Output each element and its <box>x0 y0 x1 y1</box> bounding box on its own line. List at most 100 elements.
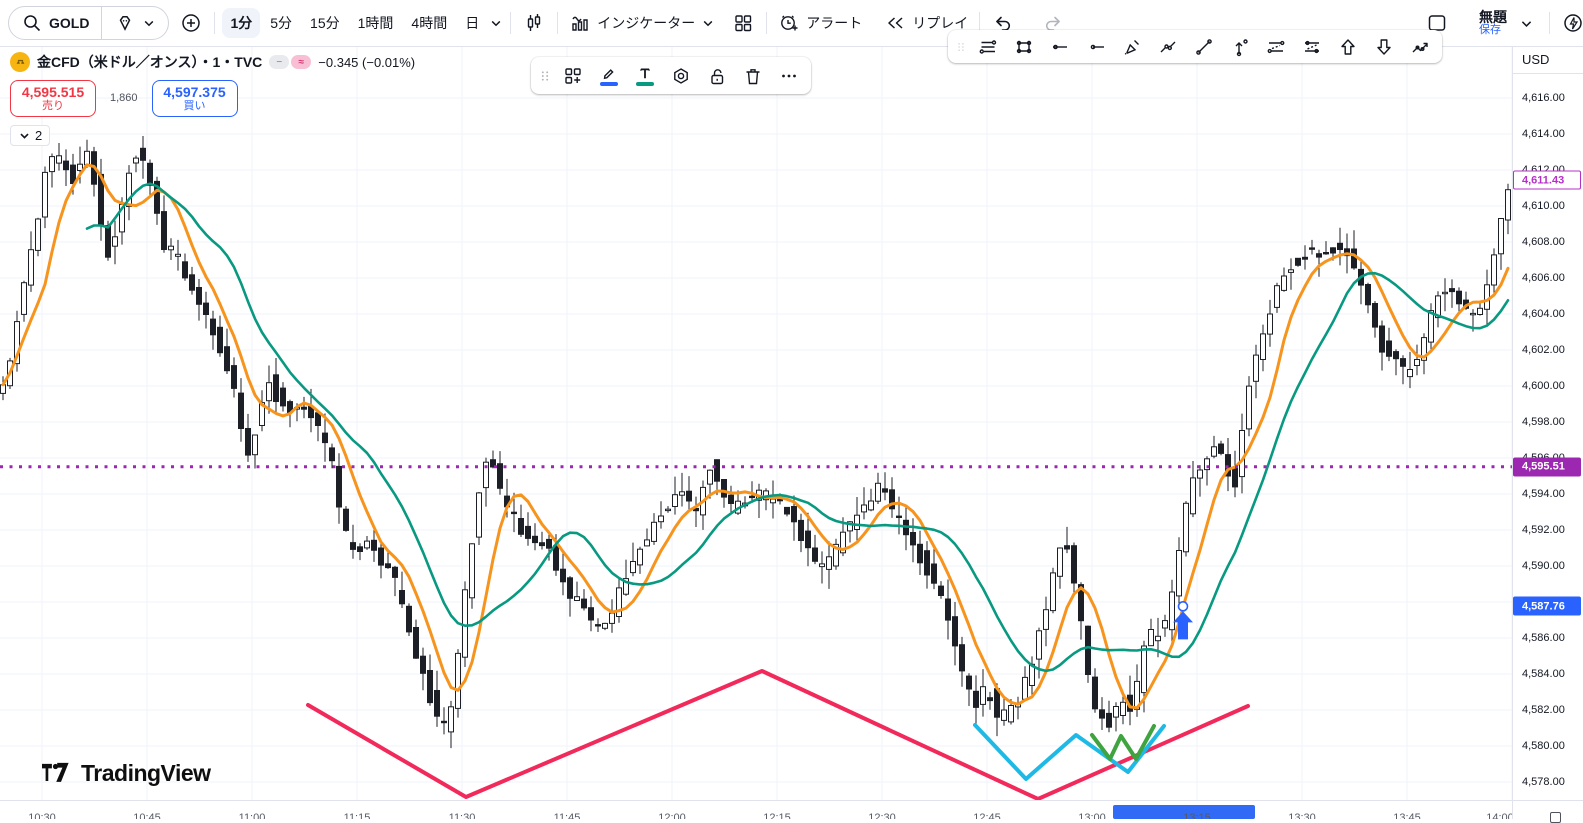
line-color-button[interactable] <box>593 61 625 91</box>
timeframe-4h[interactable]: 4時間 <box>403 8 455 38</box>
ellipsis-icon <box>778 65 800 87</box>
axis-settings-icon[interactable] <box>1550 812 1561 823</box>
parallel-lines-tool[interactable] <box>972 32 1004 62</box>
price-tick: 4,610.00 <box>1522 200 1565 212</box>
layout-name: 無題 <box>1479 10 1507 25</box>
quick-actions-button[interactable] <box>1557 7 1583 39</box>
axis-corner <box>1512 800 1583 819</box>
indicators-icon <box>569 12 591 34</box>
sell-label: 売り <box>11 100 95 113</box>
text-color-button[interactable] <box>629 61 661 91</box>
data-status-pills[interactable]: − ≈ <box>269 55 311 69</box>
price-tick: 4,594.00 <box>1522 488 1565 500</box>
timeframe-5m[interactable]: 5分 <box>262 8 300 38</box>
alert-button[interactable]: アラート <box>774 12 866 34</box>
candles-layer <box>1 136 1511 748</box>
time-tick: 13:15 <box>1183 812 1211 819</box>
ma-fast-line[interactable] <box>3 165 1508 708</box>
time-tick: 11:45 <box>554 812 581 819</box>
horizontal-line-tool[interactable] <box>1044 32 1076 62</box>
buy-price: 4,597.375 <box>153 84 237 100</box>
trend-line-icon <box>1193 36 1215 58</box>
timeframe-chevron-icon[interactable] <box>489 16 503 30</box>
horizontal-ray-icon <box>1085 36 1107 58</box>
chart-style-button[interactable] <box>518 7 550 39</box>
price-tick: 4,604.00 <box>1522 308 1565 320</box>
price-tick: 4,598.00 <box>1522 416 1565 428</box>
market-status-button[interactable] <box>101 7 168 39</box>
sell-button[interactable]: 4,595.515 売り <box>10 80 96 117</box>
marker-price-label: 4,587.76 <box>1513 597 1581 616</box>
drag-handle-icon[interactable] <box>537 65 553 87</box>
candlestick-icon <box>523 12 545 34</box>
vertical-arrow-tool[interactable] <box>1224 32 1256 62</box>
price-tick: 4,578.00 <box>1522 776 1565 788</box>
ma-slow-line[interactable] <box>87 184 1508 671</box>
lock-button[interactable] <box>701 61 733 91</box>
buy-button[interactable]: 4,597.375 買い <box>152 80 238 117</box>
parallel-channel-tool[interactable] <box>1296 32 1328 62</box>
level-price-label: 4,595.51 <box>1513 457 1581 476</box>
add-symbol-button[interactable] <box>175 7 207 39</box>
text-icon <box>634 66 656 81</box>
blue-zigzag-drawing[interactable] <box>975 725 1164 779</box>
price-change: −0.345 (−0.01%) <box>318 55 415 70</box>
indicators-button[interactable]: インジケーター <box>565 12 719 34</box>
price-axis[interactable]: USD 4,616.004,614.004,612.004,610.004,60… <box>1512 46 1583 800</box>
price-tick: 4,602.00 <box>1522 344 1565 356</box>
save-label: 保存 <box>1479 25 1507 37</box>
arrow-up-icon <box>1337 36 1359 58</box>
price-tick: 4,616.00 <box>1522 92 1565 104</box>
layout-grid-icon <box>732 12 754 34</box>
gold-coin-icon <box>10 52 30 72</box>
symbol-search[interactable]: GOLD <box>9 7 101 39</box>
trend-line-tool[interactable] <box>1188 32 1220 62</box>
more-options-button[interactable] <box>773 61 805 91</box>
layout-save[interactable]: 無題 保存 <box>1479 10 1507 36</box>
timeframe-1h[interactable]: 1時間 <box>350 8 402 38</box>
timeframe-1d[interactable]: 日 <box>457 8 487 38</box>
symbol-title[interactable]: 金CFD（米ドル／オンス）・1・TVC <box>37 52 262 72</box>
brush-tool[interactable] <box>1116 32 1148 62</box>
pink-zigzag-drawing[interactable] <box>308 671 1248 799</box>
chevron-down-icon <box>18 129 31 142</box>
time-tick: 13:45 <box>1393 812 1421 819</box>
vertical-line-arrow-icon <box>1229 36 1251 58</box>
timeframe-15m[interactable]: 15分 <box>302 8 348 38</box>
layout-grid-button[interactable] <box>727 7 759 39</box>
rectangle-tool[interactable] <box>1008 32 1040 62</box>
price-tick: 4,608.00 <box>1522 236 1565 248</box>
indicators-collapse-button[interactable]: 2 <box>10 125 50 146</box>
layout-chevron-icon[interactable] <box>1519 16 1534 31</box>
timeframe-1m[interactable]: 1分 <box>222 8 260 38</box>
plus-circle-icon <box>180 12 202 34</box>
add-to-layout-button[interactable] <box>557 61 589 91</box>
trash-icon <box>742 65 764 87</box>
drawing-anchor-handle[interactable] <box>1179 602 1188 611</box>
time-axis[interactable]: 10:3010:4511:0011:1511:3011:4512:0012:15… <box>0 800 1513 819</box>
currency-button[interactable]: USD <box>1513 46 1583 74</box>
lightning-circle-icon <box>1562 12 1583 34</box>
flat-channel-tool[interactable] <box>1260 32 1292 62</box>
visual-order-button[interactable] <box>665 61 697 91</box>
visual-order-icon <box>670 65 692 87</box>
delete-button[interactable] <box>737 61 769 91</box>
arrow-down-tool[interactable] <box>1368 32 1400 62</box>
trend-arrow-tool[interactable] <box>1404 32 1436 62</box>
time-tick: 12:15 <box>763 812 791 819</box>
horizontal-ray-tool[interactable] <box>1080 32 1112 62</box>
chart-canvas[interactable] <box>0 46 1513 800</box>
favorite-tools-toolbar <box>948 30 1442 63</box>
drag-handle-icon[interactable] <box>954 36 968 58</box>
search-icon <box>21 12 43 34</box>
parallel-lines-icon <box>977 36 999 58</box>
time-tick: 10:45 <box>133 812 161 819</box>
arrow-up-tool[interactable] <box>1332 32 1364 62</box>
disjoint-line-tool[interactable] <box>1152 32 1184 62</box>
price-tick: 4,580.00 <box>1522 740 1565 752</box>
spread-value: 1,860 <box>110 92 138 104</box>
tradingview-brand: TradingView <box>42 760 211 787</box>
price-tick: 4,600.00 <box>1522 380 1565 392</box>
indicator-count: 2 <box>35 128 42 143</box>
disjoint-line-icon <box>1157 36 1179 58</box>
